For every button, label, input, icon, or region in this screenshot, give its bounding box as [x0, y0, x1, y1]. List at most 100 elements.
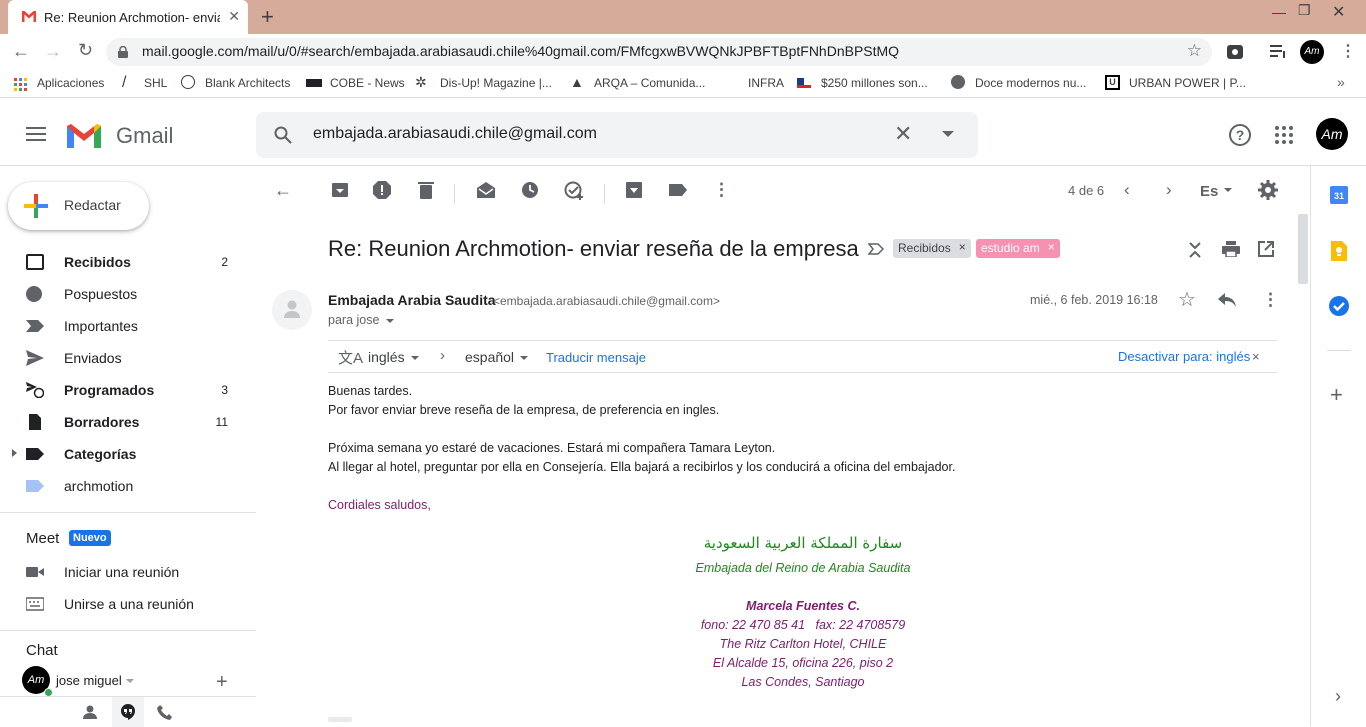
label-chip-estudio-am[interactable]: estudio am × — [976, 239, 1060, 258]
settings-gear-icon[interactable] — [1258, 180, 1278, 200]
window-close-icon[interactable]: ✕ — [1332, 2, 1345, 22]
status-dropdown-icon[interactable] — [126, 679, 134, 683]
bookmark-shl[interactable]: SHL — [144, 76, 167, 90]
source-language-select[interactable]: inglés — [368, 349, 405, 365]
delete-icon[interactable] — [416, 180, 436, 200]
bookmark-star-icon[interactable]: ☆ — [1187, 41, 1202, 61]
new-chat-icon[interactable]: + — [216, 671, 228, 694]
target-language-select[interactable]: español — [465, 349, 514, 365]
new-tab-icon[interactable]: + — [261, 4, 274, 30]
bookmark-urban-power[interactable]: URBAN POWER | P... — [1129, 76, 1246, 90]
browser-tab[interactable]: Re: Reunion Archmotion- enviar reseña de… — [8, 0, 248, 34]
search-bar[interactable]: embajada.arabiasaudi.chile@gmail.com ✕ — [256, 112, 978, 158]
translate-message-link[interactable]: Traducir mensaje — [546, 350, 646, 365]
open-new-window-icon[interactable] — [1258, 241, 1274, 257]
bookmark-arqa[interactable]: ARQA – Comunida... — [594, 76, 705, 90]
main-menu-icon[interactable] — [26, 127, 46, 141]
next-icon[interactable]: › — [1166, 180, 1172, 200]
source-language-dropdown-icon[interactable] — [411, 356, 419, 360]
move-to-icon[interactable] — [624, 180, 644, 200]
meet-join-button[interactable]: Unirse a una reunión — [0, 588, 244, 620]
search-icon[interactable] — [274, 126, 292, 144]
meet-start-button[interactable]: Iniciar una reunión — [0, 556, 244, 588]
bookmarks-overflow-icon[interactable]: » — [1337, 74, 1345, 90]
omnibox[interactable]: mail.google.com/mail/u/0/#search/embajad… — [106, 38, 1212, 66]
labels-icon[interactable] — [668, 180, 688, 200]
browser-menu-icon[interactable]: ⋮ — [1340, 41, 1356, 61]
search-input[interactable]: embajada.arabiasaudi.chile@gmail.com — [313, 125, 597, 143]
search-options-icon[interactable] — [942, 131, 954, 137]
print-icon[interactable] — [1222, 241, 1240, 257]
minimize-icon[interactable]: — — [1272, 4, 1286, 20]
importance-marker-icon[interactable] — [868, 243, 884, 255]
sidebar-item-categorias[interactable]: Categorías — [0, 438, 244, 470]
reload-icon[interactable]: ↻ — [78, 40, 93, 61]
bookmark-250-millones[interactable]: $250 millones son... — [821, 76, 928, 90]
bookmark-doce-modernos[interactable]: Doce modernos nu... — [975, 76, 1086, 90]
browser-profile-avatar[interactable]: Am — [1300, 40, 1324, 64]
bookmark-infra[interactable]: INFRA — [748, 76, 784, 90]
input-tools-dropdown-icon[interactable] — [1224, 188, 1232, 192]
maximize-icon[interactable]: ❐ — [1298, 2, 1311, 19]
back-icon[interactable]: ← — [12, 41, 30, 62]
sender-name[interactable]: Embajada Arabia Saudita — [328, 292, 496, 308]
compose-button[interactable]: Redactar — [8, 182, 149, 230]
tasks-icon[interactable] — [1329, 296, 1349, 316]
clear-search-icon[interactable]: ✕ — [894, 121, 912, 147]
expand-arrow-icon[interactable] — [12, 449, 17, 457]
url-text: mail.google.com/mail/u/0/#search/embajad… — [142, 43, 900, 59]
main-content: ← ⋮ 4 de 6 ‹ › Es Re: Reunion Archmotion… — [256, 166, 1310, 726]
show-trimmed-content-button[interactable] — [328, 717, 352, 722]
more-actions-icon[interactable]: ⋮ — [713, 180, 730, 200]
account-avatar[interactable]: Am — [1316, 118, 1348, 150]
get-addons-icon[interactable]: + — [1330, 382, 1343, 408]
mark-unread-icon[interactable] — [476, 180, 496, 200]
bookmark-cobe[interactable]: COBE - News — [330, 76, 405, 90]
sidebar-item-programados[interactable]: Programados 3 — [0, 374, 244, 406]
archive-icon[interactable] — [330, 180, 350, 200]
sidebar-item-pospuestos[interactable]: Pospuestos — [0, 278, 244, 310]
gmail-logo-icon[interactable] — [65, 122, 103, 150]
reply-icon[interactable] — [1218, 293, 1236, 307]
snooze-icon[interactable] — [520, 180, 540, 200]
sidebar-item-enviados[interactable]: Enviados — [0, 342, 244, 374]
show-side-panel-icon[interactable]: › — [1335, 686, 1341, 707]
sidebar-item-importantes[interactable]: Importantes — [0, 310, 244, 342]
scrollbar-thumb[interactable] — [1298, 214, 1308, 284]
show-details-icon[interactable] — [386, 319, 394, 323]
add-task-icon[interactable] — [564, 180, 584, 200]
sidebar-item-recibidos[interactable]: Recibidos 2 — [0, 246, 244, 278]
bookmark-apps[interactable]: Aplicaciones — [37, 76, 104, 90]
keep-icon[interactable] — [1331, 241, 1347, 261]
forward-icon[interactable]: → — [44, 41, 62, 62]
more-message-actions-icon[interactable]: ⋮ — [1262, 290, 1279, 310]
remove-label-icon[interactable]: × — [959, 240, 966, 254]
report-spam-icon[interactable] — [372, 180, 392, 200]
star-icon[interactable]: ☆ — [1178, 287, 1196, 312]
collapse-all-icon[interactable] — [1188, 241, 1202, 259]
remove-label-icon[interactable]: × — [1048, 240, 1055, 254]
sidebar-item-archmotion[interactable]: archmotion — [0, 470, 244, 502]
previous-icon[interactable]: ‹ — [1124, 180, 1130, 200]
bookmark-blank-architects[interactable]: Blank Architects — [205, 76, 290, 90]
input-tools-button[interactable]: Es — [1200, 183, 1218, 200]
calendar-icon[interactable]: 31 — [1330, 186, 1348, 204]
tab-close-icon[interactable]: ✕ — [228, 8, 240, 25]
close-translate-icon[interactable]: × — [1252, 349, 1260, 364]
hangouts-tab[interactable] — [112, 697, 144, 727]
target-language-dropdown-icon[interactable] — [520, 356, 528, 360]
bookmark-dis-up[interactable]: Dis-Up! Magazine |... — [440, 76, 552, 90]
label-chip-recibidos[interactable]: Recibidos × — [893, 239, 971, 258]
back-to-list-icon[interactable]: ← — [274, 180, 292, 201]
help-icon[interactable]: ? — [1229, 124, 1251, 146]
chat-user-name[interactable]: jose miguel — [56, 673, 122, 688]
media-queue-icon[interactable] — [1270, 45, 1288, 59]
phone-icon[interactable] — [157, 705, 172, 720]
cast-icon[interactable] — [1226, 44, 1244, 60]
sidebar-item-borradores[interactable]: Borradores 11 — [0, 406, 244, 438]
disable-translate-link[interactable]: Desactivar para: inglés — [1118, 349, 1250, 364]
google-apps-icon[interactable] — [1275, 126, 1293, 144]
toolbar-divider — [604, 184, 605, 204]
keyboard-icon — [26, 597, 44, 611]
contacts-icon[interactable] — [83, 705, 97, 719]
